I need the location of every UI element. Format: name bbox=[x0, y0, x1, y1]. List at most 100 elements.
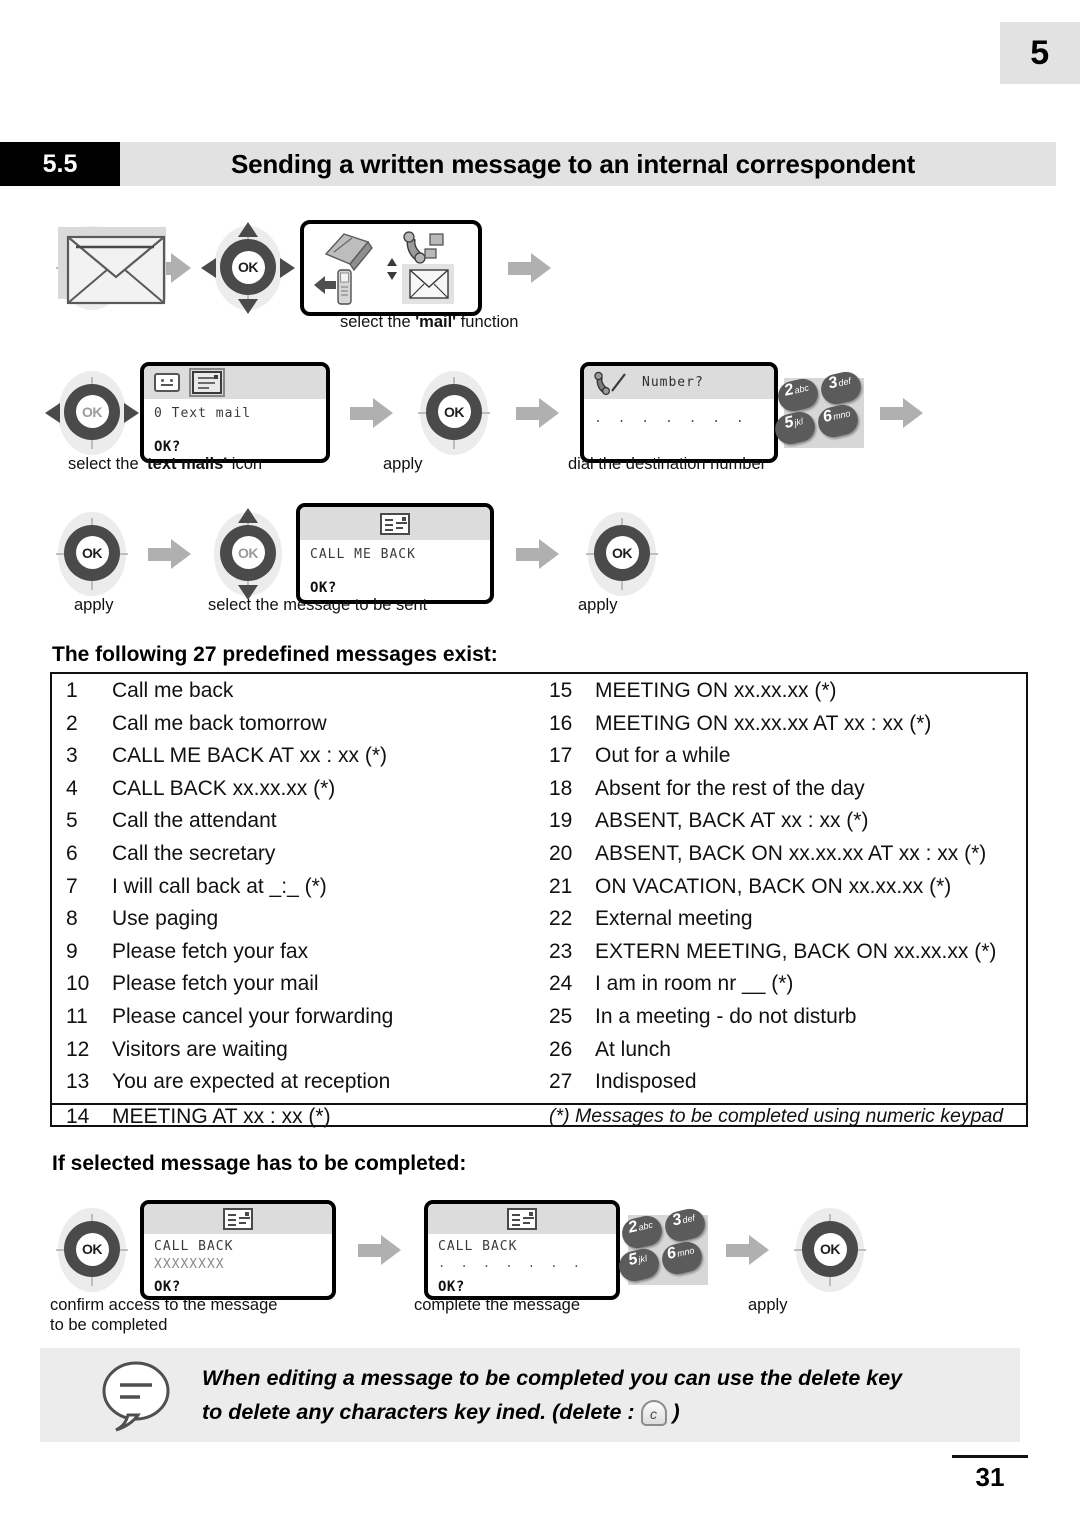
ok-navigation-pad-up-down[interactable]: OK bbox=[206, 507, 290, 600]
numeric-keypad-icon[interactable]: 2 abc 3 def 5 jkl 6 mno bbox=[616, 1205, 708, 1285]
navpad-donut: OK bbox=[594, 524, 650, 581]
table-row: 13 You are expected at reception bbox=[66, 1070, 391, 1094]
table-row: 20 ABSENT, BACK ON xx.xx.xx AT xx : xx (*… bbox=[549, 841, 987, 865]
predefined-messages-table: 1 Call me back 2 Call me back tomorrow 3 CA… bbox=[50, 672, 1028, 1128]
page-title: Sending a written message to an internal… bbox=[230, 148, 916, 179]
table-row: 23 EXTERN MEETING, BACK ON xx.xx.xx (*) bbox=[549, 939, 997, 963]
caption-bold: 'mail' bbox=[415, 313, 457, 331]
keypad-key-3[interactable]: 3 def bbox=[818, 368, 864, 407]
ok-navigation-pad-left-right[interactable]: OK bbox=[45, 370, 139, 455]
table-row: 2 Call me back tomorrow bbox=[66, 711, 327, 735]
caption-text: function bbox=[456, 313, 519, 331]
step-arrow-icon bbox=[148, 538, 192, 569]
ok-navigation-pad-4way[interactable]: OK bbox=[201, 222, 295, 314]
table-row: 18 Absent for the rest of the day bbox=[549, 776, 865, 800]
lcd-line-2: XXXXXXXX bbox=[154, 1257, 225, 1272]
lcd-ok-prompt: OK? bbox=[154, 439, 181, 455]
chapter-number: 5 bbox=[1030, 33, 1050, 72]
lcd-body: . . . . . . . bbox=[584, 399, 774, 426]
keypad-key-2[interactable]: 2 abc bbox=[619, 1212, 665, 1252]
lcd-body: CALL BACK . . . . . . . bbox=[428, 1234, 616, 1270]
ok-navigation-pad[interactable]: OK bbox=[412, 370, 496, 455]
ok-button-label: OK bbox=[75, 395, 109, 428]
lcd-body: CALL ME BACK bbox=[300, 540, 490, 564]
table-row: 4 CALL BACK xx.xx.xx (*) bbox=[66, 776, 336, 800]
text-mails-icon[interactable] bbox=[189, 368, 225, 397]
note-line-2-a: to delete any characters key ined. (dele… bbox=[202, 1400, 641, 1424]
caption-confirm-access-line2: to be completed bbox=[50, 1316, 168, 1334]
caption-complete-message: complete the message bbox=[414, 1296, 581, 1314]
caption-bold: 'text mails' bbox=[143, 455, 228, 473]
lcd-screen-call-me-back: CALL ME BACK OK? bbox=[296, 503, 494, 604]
caption-select-mail-function: select the 'mail' function bbox=[340, 313, 518, 332]
note-line-2: to delete any characters key ined. (dele… bbox=[202, 1395, 902, 1429]
ok-navigation-pad[interactable]: OK bbox=[788, 1208, 872, 1292]
lcd-header: Number? bbox=[584, 366, 774, 399]
lcd-line-2: . . . . . . . bbox=[438, 1256, 584, 1270]
caption-apply-1: apply bbox=[383, 455, 423, 473]
navpad-donut: OK bbox=[220, 239, 276, 295]
caption-dial-number: dial the destination number bbox=[568, 455, 767, 473]
caption-apply-4: apply bbox=[748, 1296, 788, 1314]
step-arrow-icon bbox=[516, 538, 560, 569]
lcd-header-label: Number? bbox=[642, 374, 704, 390]
keypad-key-6[interactable]: 6 mno bbox=[815, 401, 861, 440]
lcd-line-1: CALL BACK bbox=[154, 1239, 234, 1254]
text-mails-icon bbox=[380, 512, 410, 535]
ok-button-label: OK bbox=[75, 536, 109, 569]
lcd-line-message: CALL ME BACK bbox=[310, 547, 416, 562]
section-header-band: 5.5 Sending a written message to an inte… bbox=[0, 142, 1056, 186]
table-row: 12 Visitors are waiting bbox=[66, 1037, 288, 1061]
step-arrow-icon bbox=[508, 253, 552, 283]
ok-button-label: OK bbox=[605, 536, 639, 569]
note-box: When editing a message to be completed y… bbox=[40, 1348, 1020, 1442]
table-row: 27 Indisposed bbox=[549, 1070, 697, 1094]
table-row: 5 Call the attendant bbox=[66, 809, 277, 833]
navpad-donut: OK bbox=[426, 383, 482, 440]
ok-navigation-pad[interactable]: OK bbox=[50, 511, 134, 596]
keypad-key-2[interactable]: 2 abc bbox=[775, 375, 821, 414]
caption-select-message: select the message to be sent bbox=[208, 596, 428, 614]
arrow-right-icon bbox=[124, 402, 139, 423]
table-row: 10 Please fetch your mail bbox=[66, 972, 319, 996]
lcd-screen-call-back-dots: CALL BACK . . . . . . . OK? bbox=[424, 1200, 620, 1300]
lcd-header bbox=[144, 1204, 332, 1234]
lcd-header bbox=[428, 1204, 616, 1234]
messages-column-right: 15 MEETING ON xx.xx.xx (*) 16 MEETING ON x… bbox=[539, 679, 1026, 1127]
table-row: 1 Call me back bbox=[66, 679, 234, 702]
table-row: 22 External meeting bbox=[549, 907, 753, 931]
lcd-header bbox=[300, 507, 490, 540]
keypad-key-5[interactable]: 5 jkl bbox=[616, 1245, 662, 1285]
step-arrow-icon bbox=[726, 1235, 770, 1265]
keypad-key-5[interactable]: 5 jkl bbox=[772, 408, 818, 447]
caption-select-text-mails: select the 'text mails' icon bbox=[68, 455, 262, 474]
table-row: 6 Call the secretary bbox=[66, 841, 276, 865]
caption-text: select the bbox=[68, 455, 144, 473]
navpad-donut: OK bbox=[64, 1221, 120, 1277]
numeric-keypad-icon[interactable]: 2 abc 3 def 5 jkl 6 mno bbox=[772, 368, 864, 448]
text-mails-icon bbox=[223, 1208, 253, 1230]
note-line-2-b: ) bbox=[666, 1400, 680, 1424]
step-arrow-icon bbox=[880, 397, 924, 428]
completion-heading: If selected message has to be completed: bbox=[52, 1152, 467, 1175]
table-row: 9 Please fetch your fax bbox=[66, 939, 309, 963]
face-icon bbox=[154, 373, 180, 392]
lcd-line-1: CALL BACK bbox=[438, 1239, 518, 1254]
mail-function-preview-box bbox=[300, 220, 482, 316]
navpad-donut: OK bbox=[64, 524, 120, 581]
step-arrow-icon bbox=[516, 397, 560, 428]
table-row: 19 ABSENT, BACK AT xx : xx (*) bbox=[549, 809, 869, 833]
arrow-down-icon bbox=[238, 299, 258, 314]
caption-text: select the bbox=[340, 313, 416, 331]
lcd-screen-text-mail: 0 Text mail OK? bbox=[140, 362, 330, 463]
ok-button-label: OK bbox=[231, 250, 265, 284]
keypad-key-3[interactable]: 3 def bbox=[662, 1205, 708, 1245]
delete-key-icon[interactable]: c bbox=[640, 1400, 667, 1427]
ok-navigation-pad[interactable]: OK bbox=[580, 511, 664, 596]
keypad-key-6[interactable]: 6 mno bbox=[659, 1238, 705, 1278]
envelope-icon-large bbox=[58, 227, 166, 305]
ok-navigation-pad[interactable]: OK bbox=[50, 1208, 134, 1292]
up-down-indicator-icon bbox=[387, 258, 397, 280]
table-row: 7I will call back at _:_ (*) bbox=[66, 874, 327, 898]
table-row: 17 Out for a while bbox=[549, 744, 731, 768]
